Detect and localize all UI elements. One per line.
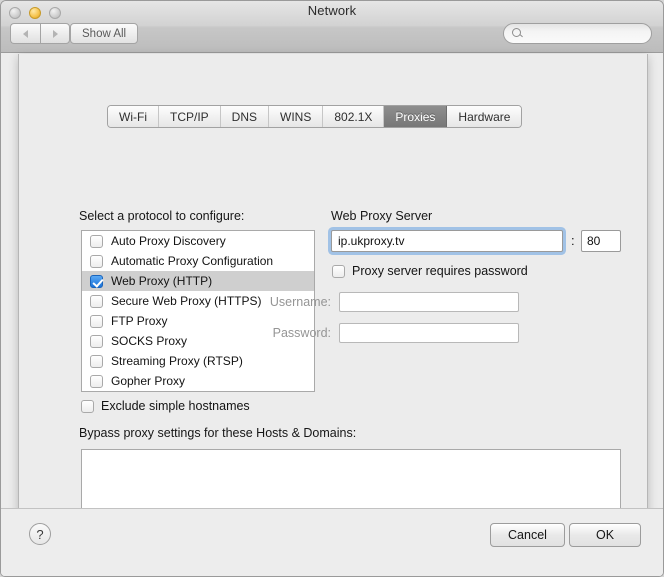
- requires-password-row[interactable]: Proxy server requires password: [332, 264, 528, 278]
- protocol-label: Streaming Proxy (RTSP): [111, 354, 243, 368]
- tab-wins[interactable]: WINS: [269, 106, 324, 127]
- sheet-button-bar: ? Cancel OK: [1, 508, 663, 576]
- protocol-checkbox[interactable]: [90, 354, 103, 368]
- protocol-checkbox[interactable]: [90, 294, 103, 308]
- chevron-left-icon: [23, 29, 28, 38]
- protocol-row-web-proxy-http[interactable]: Web Proxy (HTTP): [82, 271, 314, 291]
- protocol-label: FTP Proxy: [111, 314, 168, 328]
- help-button[interactable]: ?: [29, 523, 51, 545]
- search-icon: [512, 28, 523, 39]
- proxy-server-field[interactable]: [331, 230, 563, 252]
- exclude-simple-hostnames-label: Exclude simple hostnames: [101, 399, 250, 413]
- protocol-checkbox[interactable]: [90, 334, 103, 348]
- back-button[interactable]: [10, 23, 40, 44]
- protocol-label: SOCKS Proxy: [111, 334, 188, 348]
- chevron-right-icon: [52, 29, 58, 38]
- exclude-simple-hostnames-row[interactable]: Exclude simple hostnames: [81, 399, 250, 413]
- search-field[interactable]: [503, 23, 652, 44]
- protocol-checkbox[interactable]: [90, 374, 103, 388]
- forward-button[interactable]: [40, 23, 70, 44]
- password-input[interactable]: [340, 324, 518, 342]
- window-title: Network: [307, 3, 357, 18]
- username-label: Username:: [269, 295, 331, 309]
- protocol-label: Automatic Proxy Configuration: [111, 254, 274, 268]
- protocol-checkbox[interactable]: [90, 274, 103, 288]
- protocol-label: Auto Proxy Discovery: [111, 234, 226, 248]
- protocol-label: Gopher Proxy: [111, 374, 186, 388]
- password-field[interactable]: [339, 323, 519, 343]
- bypass-proxy-field[interactable]: [81, 449, 621, 511]
- cancel-button[interactable]: Cancel: [490, 523, 565, 547]
- configuration-tab-bar: Wi-Fi TCP/IP DNS WINS 802.1X Proxies Har…: [107, 105, 523, 128]
- tab-8021x[interactable]: 802.1X: [323, 106, 385, 127]
- protocol-checkbox[interactable]: [90, 234, 103, 248]
- protocol-row-auto-proxy-discovery[interactable]: Auto Proxy Discovery: [82, 231, 314, 251]
- proxies-configuration-sheet: Wi-Fi TCP/IP DNS WINS 802.1X Proxies Har…: [18, 54, 648, 564]
- requires-password-label: Proxy server requires password: [352, 264, 528, 278]
- network-preferences-window: Network Show All Wi-Fi Location:: [0, 0, 664, 577]
- protocol-label: Web Proxy (HTTP): [111, 274, 213, 288]
- exclude-simple-hostnames-checkbox[interactable]: [81, 399, 94, 413]
- proxy-server-input[interactable]: [332, 231, 562, 251]
- protocol-list[interactable]: Auto Proxy Discovery Automatic Proxy Con…: [81, 230, 315, 392]
- port-separator: :: [571, 233, 575, 248]
- show-all-label: Show All: [82, 27, 127, 40]
- tab-proxies[interactable]: Proxies: [384, 106, 448, 127]
- tab-dns[interactable]: DNS: [220, 106, 269, 127]
- username-input[interactable]: [340, 293, 518, 311]
- protocol-section-label: Select a protocol to configure:: [79, 209, 245, 223]
- username-field[interactable]: [339, 292, 519, 312]
- proxy-port-field[interactable]: [581, 230, 621, 252]
- web-proxy-server-label: Web Proxy Server: [331, 209, 433, 223]
- tab-hardware[interactable]: Hardware: [447, 106, 522, 127]
- tab-wifi[interactable]: Wi-Fi: [108, 106, 159, 127]
- tab-tcpip[interactable]: TCP/IP: [158, 106, 221, 127]
- search-input[interactable]: [527, 27, 645, 40]
- protocol-checkbox[interactable]: [90, 254, 103, 268]
- requires-password-checkbox[interactable]: [332, 264, 345, 278]
- window-toolbar: Network Show All: [1, 1, 663, 53]
- protocol-row-automatic-proxy-configuration[interactable]: Automatic Proxy Configuration: [82, 251, 314, 271]
- bypass-proxy-label: Bypass proxy settings for these Hosts & …: [79, 426, 357, 440]
- protocol-checkbox[interactable]: [90, 314, 103, 328]
- bypass-proxy-textarea[interactable]: [82, 450, 620, 510]
- protocol-row-streaming-proxy-rtsp[interactable]: Streaming Proxy (RTSP): [82, 351, 314, 371]
- protocol-label: Secure Web Proxy (HTTPS): [111, 294, 262, 308]
- protocol-row-gopher-proxy[interactable]: Gopher Proxy: [82, 371, 314, 391]
- navigation-segmented-control: [10, 23, 70, 44]
- ok-button[interactable]: OK: [569, 523, 641, 547]
- proxy-port-input[interactable]: [582, 231, 620, 251]
- password-label: Password:: [272, 326, 331, 340]
- show-all-button[interactable]: Show All: [70, 23, 139, 44]
